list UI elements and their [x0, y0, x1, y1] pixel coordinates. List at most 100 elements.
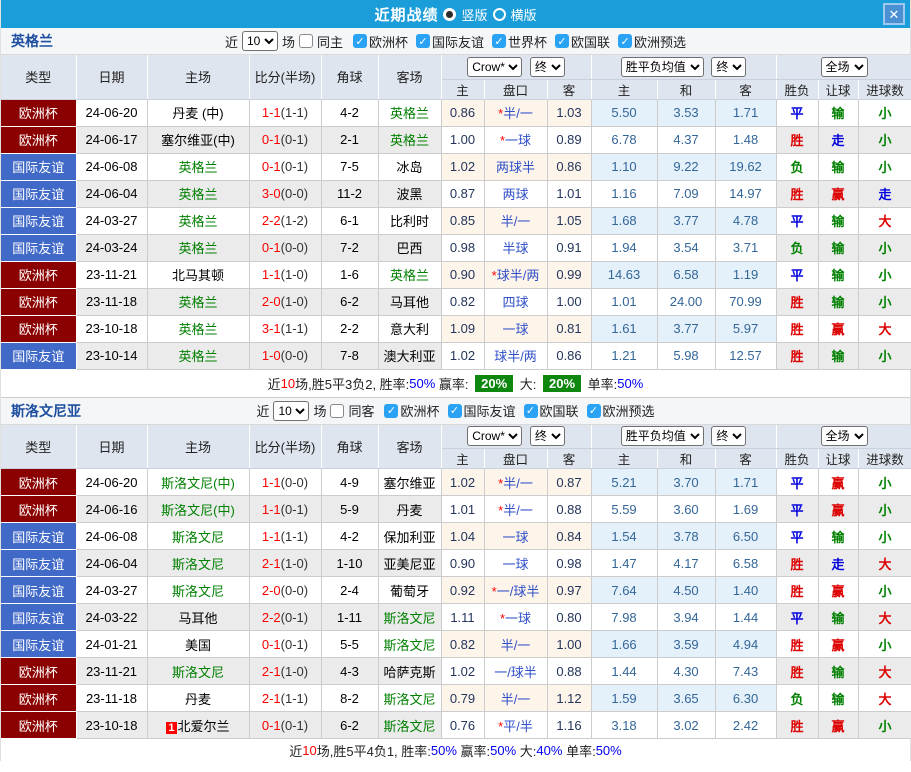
- home-team: 英格兰: [147, 342, 250, 370]
- competition-type-badge: 国际友谊: [1, 234, 77, 262]
- euro-odds-type-select[interactable]: 胜平负均值: [620, 426, 704, 447]
- handicap-away-odds: 0.80: [547, 603, 592, 631]
- summary-part: 单率:: [562, 743, 596, 759]
- match-date: 24-03-27: [76, 207, 148, 235]
- corner-count: 1-6: [321, 261, 379, 289]
- handicap-home-odds: 1.04: [441, 522, 485, 550]
- vertical-layout-radio[interactable]: [443, 7, 457, 21]
- handicap-away-odds: 0.91: [547, 234, 592, 262]
- odds-draw: 3.70: [657, 468, 716, 496]
- competition-checkbox[interactable]: ✓: [523, 403, 538, 418]
- euro-time-select[interactable]: 终: [711, 56, 747, 77]
- corner-count: 4-9: [321, 468, 379, 496]
- handicap-time-select[interactable]: 终: [529, 56, 565, 77]
- handicap-line: *一球: [484, 126, 548, 154]
- same-venue-checkbox[interactable]: [298, 34, 313, 48]
- handicap-line: 四球: [484, 288, 548, 316]
- odds-home-win: 1.21: [591, 342, 658, 370]
- competition-checkbox[interactable]: ✓: [447, 403, 462, 418]
- away-team: 英格兰: [378, 99, 442, 127]
- competition-checkbox[interactable]: ✓: [555, 34, 570, 48]
- handicap-home-odds: 1.00: [441, 126, 485, 154]
- competition-checkbox[interactable]: ✓: [352, 34, 367, 48]
- competition-checkbox[interactable]: ✓: [618, 34, 633, 48]
- euro-time-select[interactable]: 终: [711, 426, 747, 447]
- handicap-time-select[interactable]: 终: [529, 426, 565, 447]
- corner-count: 6-1: [321, 207, 379, 235]
- col-result-handicap: 让球: [818, 448, 859, 469]
- handicap-away-odds: 0.88: [547, 495, 592, 523]
- result-outcome: 胜: [776, 711, 819, 739]
- score-halftime: 0-1(0-0): [249, 234, 322, 262]
- home-team: 英格兰: [147, 180, 250, 208]
- match-date: 23-10-14: [76, 342, 148, 370]
- competition-checkbox[interactable]: ✓: [384, 403, 399, 418]
- close-button[interactable]: ✕: [883, 3, 905, 25]
- section-summary: 近 10 场,胜5平4负1, 胜率: 50% 赢率: 50% 大: 40% 单率: 50%: [1, 739, 910, 761]
- result-handicap: 输: [818, 657, 859, 685]
- corner-count: 7-5: [321, 153, 379, 181]
- handicap-home-odds: 0.82: [441, 630, 485, 658]
- handicap-home-odds: 1.01: [441, 495, 485, 523]
- bookmaker-select[interactable]: Crow*: [467, 56, 523, 77]
- match-date: 23-11-21: [76, 261, 148, 289]
- near-label: 近: [224, 34, 238, 50]
- score-halftime: 0-1(0-1): [249, 126, 322, 154]
- competition-label: 欧洲杯: [400, 404, 440, 419]
- result-outcome: 胜: [776, 180, 819, 208]
- competition-type-badge: 欧洲杯: [1, 315, 77, 343]
- horizontal-layout-radio[interactable]: [492, 7, 506, 21]
- odds-away-win: 1.71: [715, 99, 777, 127]
- result-handicap: 输: [818, 234, 859, 262]
- euro-odds-group-header: 胜平负均值 终: [591, 55, 777, 80]
- score-halftime: 2-1(1-0): [249, 657, 322, 685]
- match-date: 24-06-20: [76, 468, 148, 496]
- col-odds-home: 主: [591, 79, 658, 100]
- summary-part: 10: [302, 742, 317, 758]
- filter-controls: 近 10 场 同客 ✓ 欧洲杯 ✓ 国际友谊 ✓ 欧国联 ✓ 欧洲预选: [256, 400, 655, 421]
- competition-type-badge: 欧洲杯: [1, 495, 77, 523]
- handicap-away-odds: 0.87: [547, 468, 592, 496]
- corner-count: 4-2: [321, 99, 379, 127]
- handicap-away-odds: 0.81: [547, 315, 592, 343]
- competition-checkbox[interactable]: ✓: [586, 403, 601, 418]
- handicap-home-odds: 1.02: [441, 342, 485, 370]
- competition-checkbox[interactable]: ✓: [416, 34, 430, 48]
- same-venue-checkbox[interactable]: [330, 403, 345, 418]
- competition-checkbox[interactable]: ✓: [492, 34, 507, 48]
- away-team: 比利时: [378, 207, 442, 235]
- result-goals: 小: [858, 126, 911, 154]
- result-goals: 大: [858, 207, 911, 235]
- match-date: 24-06-08: [76, 153, 148, 181]
- competition-label: 国际友谊: [463, 404, 516, 419]
- team-name: 英格兰: [11, 33, 53, 49]
- corner-count: 2-2: [321, 315, 379, 343]
- match-row: 欧洲杯 23-11-21 斯洛文尼 2-1(1-0) 4-3 哈萨克斯 1.02 一/球半 0.…: [1, 657, 911, 685]
- handicap-home-odds: 0.98: [441, 234, 485, 262]
- euro-odds-type-select[interactable]: 胜平负均值: [620, 56, 704, 77]
- corner-count: 5-9: [321, 495, 379, 523]
- handicap-line: 两球: [484, 180, 548, 208]
- competition-type-badge: 国际友谊: [1, 549, 77, 577]
- handicap-line: *半/一: [484, 495, 548, 523]
- competition-label: 欧国联: [539, 404, 579, 419]
- handicap-away-odds: 1.03: [547, 99, 592, 127]
- result-outcome: 胜: [776, 576, 819, 604]
- result-handicap: 输: [818, 207, 859, 235]
- col-handicap-line: 盘口: [484, 448, 548, 469]
- match-row: 国际友谊 24-03-27 斯洛文尼 2-0(0-0) 2-4 葡萄牙 0.92 *一/球半 0…: [1, 576, 911, 604]
- scope-select[interactable]: 全场: [820, 56, 868, 77]
- bookmaker-select[interactable]: Crow*: [467, 426, 523, 447]
- corner-count: 5-5: [321, 630, 379, 658]
- summary-part: 50%: [409, 375, 436, 391]
- home-team: 斯洛文尼(中): [147, 495, 250, 523]
- away-team: 斯洛文尼: [378, 603, 442, 631]
- odds-home-win: 1.68: [591, 207, 658, 235]
- corner-count: 4-3: [321, 657, 379, 685]
- recent-count-select[interactable]: 10: [241, 31, 278, 51]
- recent-count-select[interactable]: 10: [273, 400, 310, 421]
- result-goals: 小: [858, 99, 911, 127]
- result-goals: 小: [858, 468, 911, 496]
- summary-part: 场,胜5平4负1, 胜率:: [316, 743, 431, 759]
- scope-select[interactable]: 全场: [820, 426, 868, 447]
